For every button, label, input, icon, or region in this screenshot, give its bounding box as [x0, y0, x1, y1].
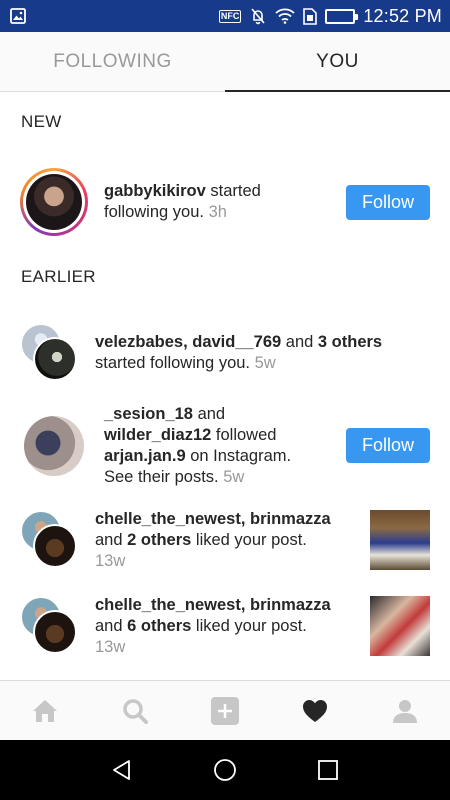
wifi-icon: [275, 8, 295, 24]
username-link[interactable]: arjan.jan.9: [104, 447, 186, 465]
tab-following[interactable]: FOLLOWING: [0, 32, 225, 91]
post-thumbnail[interactable]: [370, 510, 430, 570]
avatar-stack[interactable]: [20, 510, 80, 570]
username-link[interactable]: chelle_the_newest: [95, 596, 241, 614]
list-item[interactable]: chelle_the_newest, brinmazza and 2 other…: [0, 509, 450, 571]
avatar: [33, 337, 77, 381]
username-link[interactable]: wilder_diaz12: [104, 426, 211, 444]
section-header-earlier: EARLIER: [21, 267, 96, 286]
avatar[interactable]: [20, 168, 88, 236]
list-item[interactable]: _sesion_18 and wilder_diaz12 followed ar…: [0, 404, 450, 488]
notification-text: chelle_the_newest, brinmazza and 2 other…: [95, 509, 335, 572]
section-header-new: NEW: [21, 112, 62, 131]
username-link[interactable]: velezbabes: [95, 333, 183, 351]
others-link[interactable]: 3 others: [318, 333, 382, 351]
timestamp: 5w: [254, 354, 276, 372]
post-thumbnail[interactable]: [370, 596, 430, 656]
others-link[interactable]: 6 others: [127, 617, 191, 635]
activity-feed[interactable]: NEW gabbykikirov started following you. …: [0, 92, 450, 680]
follow-button[interactable]: Follow: [346, 428, 430, 463]
avatar-stack[interactable]: [20, 323, 80, 383]
username-link[interactable]: chelle_the_newest: [95, 510, 241, 528]
tab-you[interactable]: YOU: [225, 32, 450, 92]
vibrate-icon: [249, 7, 267, 25]
notification-text: chelle_the_newest, brinmazza and 6 other…: [95, 595, 335, 658]
avatar[interactable]: [24, 416, 84, 476]
timestamp: 13w: [95, 637, 126, 656]
add-icon[interactable]: [195, 681, 255, 741]
battery-icon: [325, 8, 359, 24]
bottom-nav: [0, 680, 450, 740]
home-circle-icon[interactable]: [195, 740, 255, 800]
list-item[interactable]: chelle_the_newest, brinmazza and 6 other…: [0, 595, 450, 657]
follow-button[interactable]: Follow: [346, 184, 430, 220]
username-link[interactable]: gabbykikirov: [104, 182, 206, 200]
heart-icon[interactable]: [285, 681, 345, 741]
username-link[interactable]: brinmazza: [250, 510, 331, 528]
username-link[interactable]: david__769: [192, 333, 281, 351]
recents-icon[interactable]: [298, 740, 358, 800]
profile-icon[interactable]: [375, 681, 435, 741]
list-item[interactable]: gabbykikirov started following you. 3h F…: [0, 167, 450, 237]
search-icon[interactable]: [105, 681, 165, 741]
nfc-icon: NFC: [218, 9, 242, 23]
avatar: [33, 524, 77, 568]
others-link[interactable]: 2 others: [127, 531, 191, 549]
username-link[interactable]: _sesion_18: [104, 405, 193, 423]
back-icon[interactable]: [92, 740, 152, 800]
avatar: [33, 610, 77, 654]
status-time: 12:52 PM: [363, 5, 442, 26]
home-icon[interactable]: [15, 681, 75, 741]
timestamp: 3h: [208, 203, 227, 221]
activity-tabs: FOLLOWING YOU: [0, 32, 450, 92]
list-item[interactable]: velezbabes, david__769 and 3 others star…: [0, 322, 450, 384]
status-bar: NFC 12:52 PM: [0, 0, 450, 32]
timestamp: 5w: [223, 468, 245, 486]
gallery-icon: [10, 8, 26, 24]
sim-icon: [303, 7, 318, 25]
android-nav-bar: [0, 740, 450, 800]
notification-text: _sesion_18 and wilder_diaz12 followed ar…: [104, 405, 292, 486]
notification-text: gabbykikirov started following you. 3h: [104, 182, 261, 221]
timestamp: 13w: [95, 551, 126, 570]
username-link[interactable]: brinmazza: [250, 596, 331, 614]
avatar-stack[interactable]: [20, 596, 80, 656]
notification-text: velezbabes, david__769 and 3 others star…: [95, 333, 383, 372]
